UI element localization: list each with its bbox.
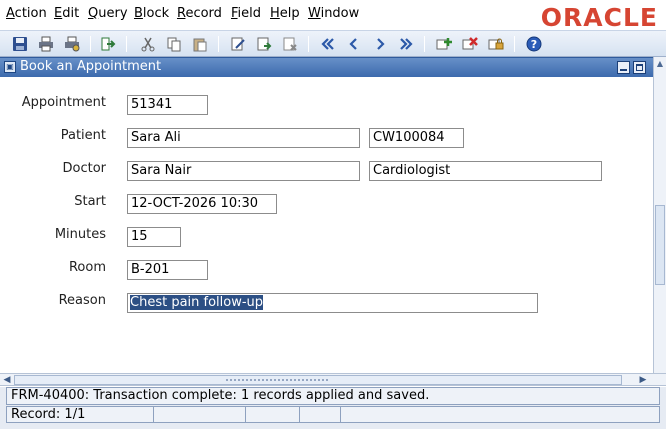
scroll-grip: [225, 378, 329, 382]
edit-icon[interactable]: [229, 35, 247, 53]
menu-edit[interactable]: Edit: [54, 6, 79, 21]
doctor-name-field[interactable]: Sara Nair: [127, 161, 360, 181]
status-cell: [299, 407, 300, 422]
status-cell: [340, 407, 341, 422]
insert-record-icon[interactable]: [435, 35, 453, 53]
oracle-logo: ORACLE: [540, 3, 658, 32]
menu-window[interactable]: Window: [308, 6, 359, 21]
query-execute-icon[interactable]: [281, 35, 299, 53]
next-record-icon[interactable]: [371, 35, 389, 53]
window-title-bar: ▣ Book an Appointment: [0, 57, 653, 77]
first-record-icon[interactable]: [319, 35, 337, 53]
horizontal-scroll-thumb[interactable]: [14, 375, 622, 385]
start-field[interactable]: 12-OCT-2026 10:30: [127, 194, 277, 214]
toolbar: ?: [0, 30, 666, 57]
toolbar-separator: [514, 36, 515, 52]
reason-label: Reason: [58, 293, 106, 308]
lock-record-icon[interactable]: [487, 35, 505, 53]
minimize-button[interactable]: [617, 61, 630, 74]
status-message: FRM-40400: Transaction complete: 1 recor…: [6, 387, 660, 405]
vertical-scrollbar[interactable]: ▲: [653, 57, 666, 373]
vertical-scroll-thumb[interactable]: [655, 205, 665, 285]
menu-block[interactable]: Block: [134, 6, 169, 21]
doctor-specialty-field[interactable]: Cardiologist: [369, 161, 602, 181]
print-setup-icon[interactable]: [63, 35, 81, 53]
toolbar-separator: [90, 36, 91, 52]
toolbar-separator: [218, 36, 219, 52]
room-label: Room: [68, 260, 106, 275]
minutes-label: Minutes: [54, 227, 106, 242]
window-title: Book an Appointment: [20, 59, 162, 74]
toolbar-separator: [308, 36, 309, 52]
scroll-left-icon[interactable]: ◀: [0, 374, 14, 386]
menu-record[interactable]: Record: [177, 6, 222, 21]
appointment-form: Appointment 51341 Patient Sara Ali CW100…: [0, 77, 653, 373]
last-record-icon[interactable]: [397, 35, 415, 53]
appointment-field[interactable]: 51341: [127, 95, 208, 115]
patient-id-field[interactable]: CW100084: [369, 128, 464, 148]
svg-text:?: ?: [531, 38, 537, 51]
room-field[interactable]: B-201: [127, 260, 208, 280]
scroll-right-icon[interactable]: ▶: [636, 374, 650, 386]
status-cell: [245, 407, 246, 422]
save-icon[interactable]: [11, 35, 29, 53]
doctor-label: Doctor: [62, 161, 106, 176]
query-enter-icon[interactable]: [255, 35, 273, 53]
minutes-field[interactable]: 15: [127, 227, 181, 247]
toolbar-separator: [126, 36, 127, 52]
patient-name-field[interactable]: Sara Ali: [127, 128, 360, 148]
reason-selected-text: Chest pain follow-up: [130, 295, 264, 310]
reason-field[interactable]: Chest pain follow-up: [127, 293, 538, 313]
patient-label: Patient: [60, 128, 106, 143]
menu-bar: Action Edit Query Block Record Field Hel…: [0, 0, 666, 32]
start-label: Start: [74, 194, 106, 209]
menu-field[interactable]: Field: [231, 6, 261, 21]
print-icon[interactable]: [37, 35, 55, 53]
cut-icon[interactable]: [139, 35, 157, 53]
toolbar-separator: [424, 36, 425, 52]
paste-icon[interactable]: [191, 35, 209, 53]
record-indicator: Record: 1/1: [11, 407, 86, 422]
menu-query[interactable]: Query: [88, 6, 128, 21]
appointment-label: Appointment: [21, 95, 106, 110]
status-cell: [153, 407, 154, 422]
menu-action[interactable]: Action: [6, 6, 47, 21]
window-icon: ▣: [4, 61, 16, 73]
horizontal-scrollbar[interactable]: ◀ ▶: [0, 373, 666, 386]
copy-icon[interactable]: [165, 35, 183, 53]
exit-icon[interactable]: [99, 35, 117, 53]
maximize-button[interactable]: [633, 61, 646, 74]
record-status: Record: 1/1: [6, 406, 660, 423]
help-icon[interactable]: ?: [525, 35, 543, 53]
delete-record-icon[interactable]: [461, 35, 479, 53]
previous-record-icon[interactable]: [345, 35, 363, 53]
menu-help[interactable]: Help: [270, 6, 300, 21]
scroll-up-icon[interactable]: ▲: [654, 57, 666, 71]
status-bar: FRM-40400: Transaction complete: 1 recor…: [0, 387, 666, 429]
